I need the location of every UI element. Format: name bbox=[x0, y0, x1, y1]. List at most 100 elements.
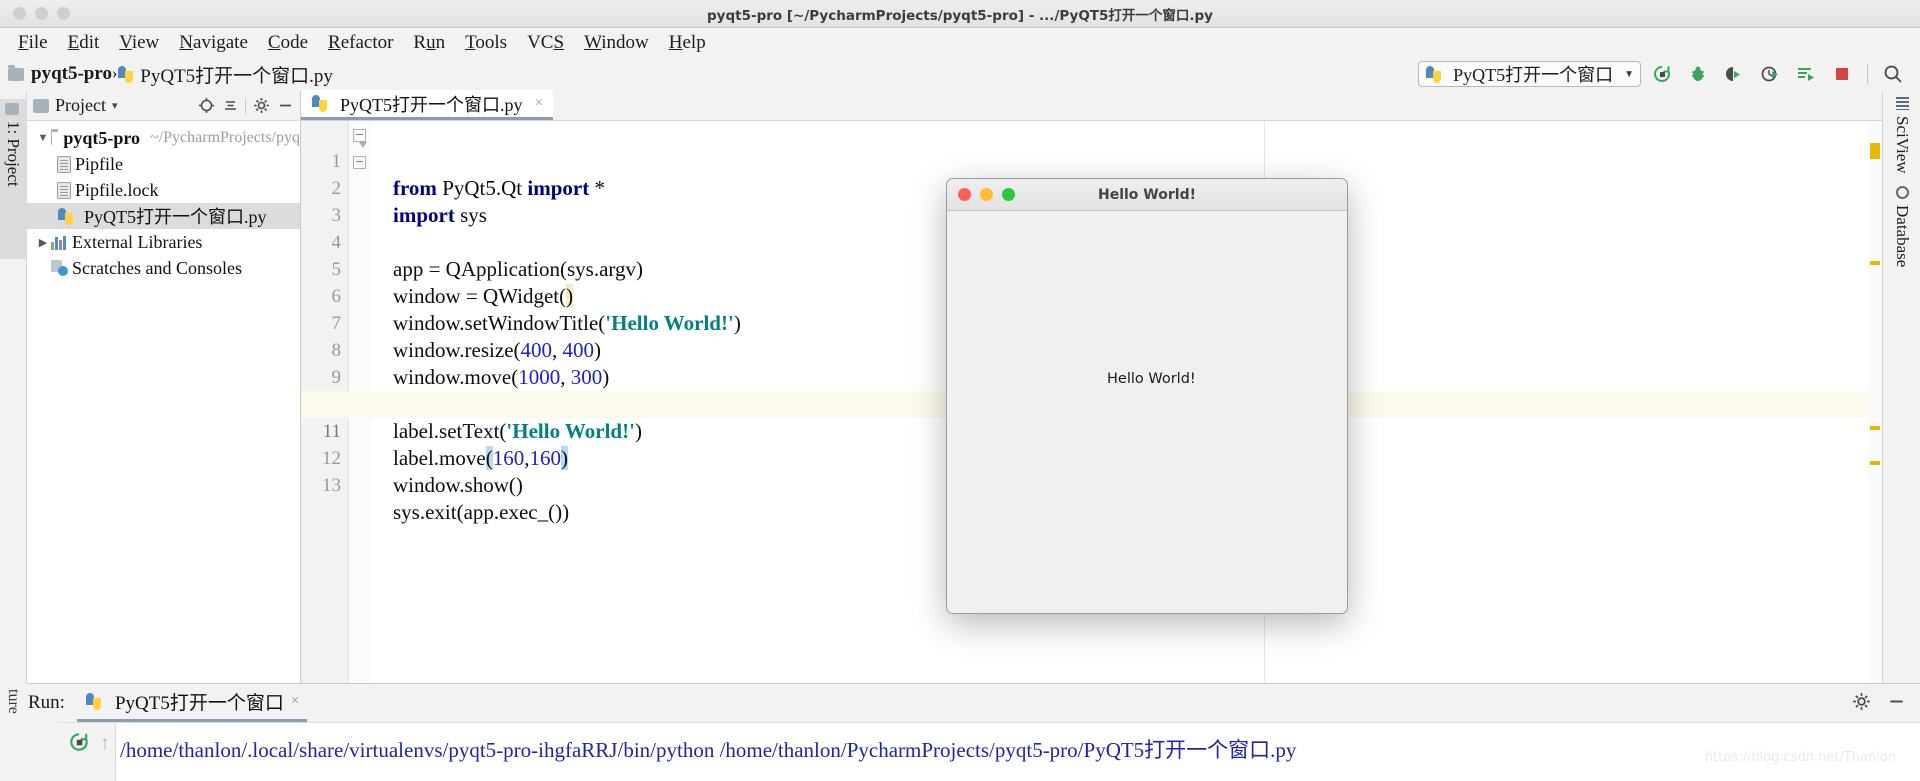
editor-scrollbar[interactable] bbox=[1868, 121, 1882, 683]
sidebar-item-project[interactable]: 1: Project bbox=[0, 99, 27, 259]
window-titlebar: pyqt5-pro [~/PycharmProjects/pyqt5-pro] … bbox=[0, 0, 1920, 28]
rerun-icon[interactable] bbox=[68, 731, 90, 758]
close-icon[interactable]: × bbox=[291, 693, 299, 710]
collapse-all-icon[interactable] bbox=[221, 97, 239, 115]
editor-tab-active[interactable]: PyQT5打开一个窗口.py × bbox=[301, 90, 553, 120]
python-file-icon bbox=[85, 693, 102, 710]
scratches-icon bbox=[51, 260, 68, 276]
left-strip-project-label: 1: Project bbox=[4, 121, 23, 187]
python-file-icon bbox=[311, 95, 328, 112]
menu-bar: File Edit View Navigate Code Refactor Ru… bbox=[0, 28, 1920, 57]
line-text: window.show() bbox=[393, 472, 523, 499]
dialog-title: Hello World! bbox=[947, 187, 1347, 203]
project-panel: Project ▾ bbox=[27, 91, 301, 683]
stop-icon[interactable] bbox=[1827, 60, 1857, 88]
python-file-icon bbox=[57, 208, 74, 225]
tree-item-python-file[interactable]: PyQT5打开一个窗口.py bbox=[27, 203, 300, 229]
toolbar-divider bbox=[1867, 64, 1868, 84]
line-number: 13 bbox=[301, 472, 341, 499]
fold-marker-icon[interactable]: − bbox=[353, 156, 366, 169]
hide-panel-icon[interactable] bbox=[276, 97, 294, 115]
editor-tab-label: PyQT5打开一个窗口.py bbox=[340, 91, 523, 117]
project-panel-icon bbox=[5, 103, 19, 115]
locate-icon[interactable] bbox=[197, 97, 215, 115]
right-tab-label: Database bbox=[1892, 205, 1912, 267]
run-console[interactable]: ↑ /home/thanlon/.local/share/virtualenvs… bbox=[58, 722, 1920, 781]
tree-item-scratches[interactable]: Scratches and Consoles bbox=[27, 255, 300, 281]
tree-item-label: PyQT5打开一个窗口.py bbox=[84, 203, 267, 229]
project-panel-header: Project ▾ bbox=[27, 91, 300, 121]
menu-vcs[interactable]: VCS bbox=[517, 31, 574, 55]
scrollbar-marker[interactable] bbox=[1870, 143, 1880, 159]
tree-item-pipfile[interactable]: Pipfile bbox=[27, 151, 300, 177]
chevron-right-icon[interactable]: ▶ bbox=[35, 236, 51, 249]
search-icon[interactable] bbox=[1878, 60, 1908, 88]
tree-item-pipfile-lock[interactable]: Pipfile.lock bbox=[27, 177, 300, 203]
debug-icon[interactable] bbox=[1683, 60, 1713, 88]
pycharm-window: pyqt5-pro [~/PycharmProjects/pyqt5-pro] … bbox=[0, 0, 1920, 781]
chevron-down-icon[interactable]: ▾ bbox=[112, 99, 118, 112]
scrollbar-marker[interactable] bbox=[1870, 261, 1880, 265]
tree-item-external-libraries[interactable]: ▶ External Libraries bbox=[27, 229, 300, 255]
dialog-label: Hello World! bbox=[1107, 371, 1196, 387]
scrollbar-marker[interactable] bbox=[1870, 426, 1880, 430]
run-tab-active[interactable]: PyQT5打开一个窗口 × bbox=[77, 684, 307, 722]
dialog-titlebar: Hello World! bbox=[947, 179, 1347, 211]
run-with-console-icon[interactable] bbox=[1791, 60, 1821, 88]
hello-world-dialog[interactable]: Hello World! Hello World! bbox=[946, 178, 1348, 614]
menu-code[interactable]: Code bbox=[258, 31, 318, 55]
tree-item-label: Pipfile.lock bbox=[75, 180, 159, 201]
menu-help[interactable]: Help bbox=[659, 31, 716, 55]
menu-navigate[interactable]: Navigate bbox=[169, 31, 258, 55]
folder-icon bbox=[8, 68, 24, 81]
gear-icon[interactable] bbox=[252, 97, 270, 115]
dialog-body: Hello World! bbox=[947, 211, 1347, 614]
tree-item-pyqt5-pro[interactable]: ▼ pyqt5-pro ~/PycharmProjects/pyq bbox=[27, 125, 300, 151]
close-icon[interactable]: × bbox=[535, 95, 543, 112]
python-file-icon bbox=[117, 66, 134, 83]
line-text: sys.exit(app.exec_()) bbox=[393, 499, 569, 526]
chevron-down-icon[interactable]: ▼ bbox=[1624, 69, 1634, 80]
project-tree: ▼ pyqt5-pro ~/PycharmProjects/pyq Pipfil… bbox=[27, 121, 300, 281]
rerun-icon[interactable] bbox=[1647, 60, 1677, 88]
tree-item-label: Pipfile bbox=[75, 154, 123, 175]
chevron-down-icon[interactable]: ▼ bbox=[35, 132, 51, 144]
run-panel-label: Run: bbox=[28, 692, 65, 714]
run-tab-label: PyQT5打开一个窗口 bbox=[115, 688, 284, 715]
gear-icon[interactable] bbox=[1852, 692, 1871, 716]
breadcrumb-project-label: pyqt5-pro bbox=[31, 63, 112, 85]
right-tool-strip: SciView Database bbox=[1882, 91, 1920, 683]
tree-item-label: pyqt5-pro bbox=[63, 128, 140, 149]
watermark: https://blog.csdn.net/Thanlon bbox=[1705, 750, 1896, 765]
breadcrumb-file[interactable]: PyQT5打开一个窗口.py bbox=[117, 61, 333, 88]
scroll-up-icon[interactable]: ↑ bbox=[100, 733, 110, 755]
run-with-coverage-icon[interactable] bbox=[1719, 60, 1749, 88]
run-panel: Run: PyQT5打开一个窗口 × bbox=[0, 683, 1920, 781]
project-panel-title: Project bbox=[55, 95, 106, 116]
code-line[interactable]: 2 import sys bbox=[301, 148, 1882, 175]
menu-view[interactable]: View bbox=[109, 31, 169, 55]
menu-edit[interactable]: Edit bbox=[58, 31, 110, 55]
window-title: pyqt5-pro [~/PycharmProjects/pyqt5-pro] … bbox=[0, 4, 1920, 24]
console-output: /home/thanlon/.local/share/virtualenvs/p… bbox=[120, 734, 1296, 764]
menu-run[interactable]: Run bbox=[403, 31, 455, 55]
breadcrumb-project[interactable]: pyqt5-pro bbox=[8, 63, 112, 85]
scrollbar-marker[interactable] bbox=[1870, 461, 1880, 465]
bottom-strip-label[interactable]: ture bbox=[0, 683, 26, 720]
project-icon bbox=[33, 99, 49, 113]
tree-item-label: Scratches and Consoles bbox=[72, 258, 242, 279]
sidebar-item-sciview[interactable]: SciView bbox=[1883, 91, 1920, 180]
sidebar-item-database[interactable]: Database bbox=[1883, 180, 1920, 273]
run-toolbar: PyQT5打开一个窗口 ▼ bbox=[1418, 57, 1908, 91]
fold-marker-icon[interactable]: − bbox=[353, 129, 366, 142]
profile-icon[interactable] bbox=[1755, 60, 1785, 88]
code-line[interactable]: 1 from PyQt5.Qt import * bbox=[301, 121, 1882, 148]
hide-panel-icon[interactable] bbox=[1887, 692, 1906, 716]
menu-window[interactable]: Window bbox=[574, 31, 659, 55]
menu-refactor[interactable]: Refactor bbox=[318, 31, 403, 55]
run-configuration-selector[interactable]: PyQT5打开一个窗口 ▼ bbox=[1418, 61, 1641, 87]
menu-tools[interactable]: Tools bbox=[455, 31, 517, 55]
tree-item-label: External Libraries bbox=[72, 232, 202, 253]
console-toolbar: ↑ bbox=[58, 723, 116, 781]
menu-file[interactable]: File bbox=[8, 31, 58, 55]
